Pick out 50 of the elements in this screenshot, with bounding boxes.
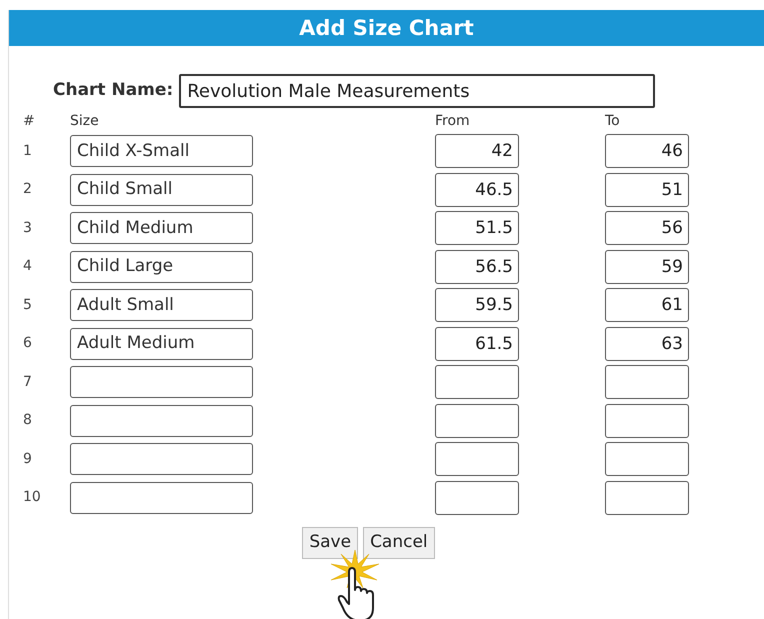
row-number: 1 (23, 142, 32, 159)
row-number: 2 (23, 181, 32, 198)
size-dropdown[interactable]: Adult Small (70, 289, 253, 322)
to-field[interactable]: 46 (605, 134, 689, 168)
row-number: 4 (23, 258, 32, 274)
row-number: 9 (23, 450, 32, 467)
from-field[interactable]: 56.5 (435, 250, 519, 284)
to-field[interactable] (605, 404, 689, 438)
from-field[interactable]: 42 (435, 134, 519, 168)
from-field[interactable]: 51.5 (435, 211, 519, 246)
dialog-title: Add Size Chart (9, 10, 764, 46)
size-dropdown[interactable]: Child X-Small (70, 135, 253, 168)
from-field[interactable]: 59.5 (435, 288, 519, 322)
to-field[interactable] (605, 365, 689, 400)
from-field[interactable]: 46.5 (435, 172, 519, 207)
save-button[interactable]: Save (302, 527, 358, 558)
field-label: Chart Name: (53, 79, 174, 102)
row-number: 10 (23, 489, 41, 506)
column-header: From (435, 112, 470, 128)
size-dropdown[interactable]: Child Small (70, 174, 253, 206)
to-field[interactable]: 63 (605, 326, 689, 361)
row-number: 8 (23, 412, 32, 428)
size-dropdown[interactable] (70, 443, 253, 476)
from-field[interactable] (435, 442, 519, 476)
to-field[interactable] (605, 442, 689, 476)
row-number: 7 (23, 374, 32, 390)
from-field[interactable]: 61.5 (435, 326, 519, 361)
from-field[interactable] (435, 480, 519, 515)
column-header: To (605, 112, 620, 128)
from-field[interactable] (435, 365, 519, 400)
size-dropdown[interactable]: Child Large (70, 250, 253, 283)
to-field[interactable]: 59 (605, 250, 689, 284)
size-dropdown[interactable] (70, 482, 253, 514)
to-field[interactable]: 51 (605, 172, 689, 207)
row-number: 5 (23, 296, 32, 313)
row-number: 6 (23, 335, 32, 352)
row-number: 3 (23, 220, 32, 236)
size-dropdown[interactable] (70, 404, 253, 437)
size-dropdown[interactable]: Adult Medium (70, 328, 253, 360)
hand-cursor-icon (329, 550, 381, 619)
to-field[interactable] (605, 480, 689, 515)
to-field[interactable]: 61 (605, 288, 689, 322)
column-header: # (23, 112, 35, 128)
from-field[interactable] (435, 404, 519, 438)
size-dropdown[interactable]: Child Medium (70, 212, 253, 244)
size-dropdown[interactable] (70, 366, 253, 398)
column-header: Size (70, 112, 99, 128)
cancel-button[interactable]: Cancel (363, 527, 435, 558)
chart-name-field[interactable]: Revolution Male Measurements (179, 74, 656, 108)
to-field[interactable]: 56 (605, 211, 689, 246)
